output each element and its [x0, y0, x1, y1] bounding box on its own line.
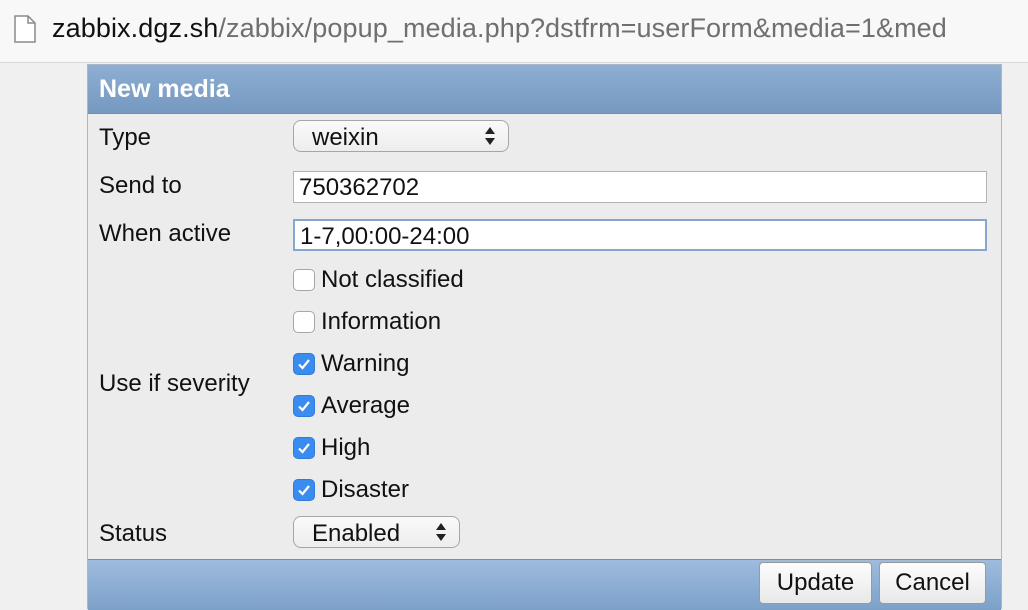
send-to-label: Send to	[99, 172, 182, 199]
severity-average-label: Average	[321, 392, 410, 419]
severity-not-classified-label: Not classified	[321, 266, 464, 293]
type-select-value: weixin	[312, 124, 379, 151]
checkbox-high[interactable]	[293, 437, 315, 459]
checkmark-icon	[298, 359, 310, 370]
status-label: Status	[99, 520, 168, 547]
cancel-button[interactable]: Cancel	[879, 562, 986, 604]
select-arrows-icon	[436, 523, 446, 541]
when-active-input[interactable]: 1-7,00:00-24:00	[293, 219, 987, 251]
dialog-footer: Update Cancel	[88, 559, 1001, 610]
severity-information-label: Information	[321, 308, 442, 335]
type-label: Type	[99, 124, 152, 151]
checkmark-icon	[298, 485, 310, 496]
select-arrows-icon	[485, 127, 495, 145]
url-text[interactable]: zabbix.dgz.sh/zabbix/popup_media.php?dst…	[52, 13, 947, 44]
when-active-label: When active	[99, 220, 232, 247]
severity-disaster-label: Disaster	[321, 476, 410, 503]
severity-high-label: High	[321, 434, 371, 461]
dialog-title: New media	[99, 75, 230, 103]
url-host: zabbix.dgz.sh	[52, 13, 219, 43]
checkmark-icon	[298, 401, 310, 412]
checkmark-icon	[298, 443, 310, 454]
checkbox-disaster[interactable]	[293, 479, 315, 501]
send-to-value: 750362702	[299, 174, 420, 201]
dialog-header: New media	[88, 65, 1001, 114]
when-active-value: 1-7,00:00-24:00	[300, 223, 470, 250]
checkbox-average[interactable]	[293, 395, 315, 417]
update-button[interactable]: Update	[759, 562, 872, 604]
send-to-input[interactable]: 750362702	[293, 171, 987, 203]
url-path: /zabbix/popup_media.php?dstfrm=userForm&…	[218, 13, 947, 43]
severity-label: Use if severity	[99, 370, 250, 397]
media-dialog: New media Type weixin Send to 750362702 …	[87, 64, 1002, 610]
status-select[interactable]: Enabled	[293, 516, 460, 548]
page-icon	[14, 15, 36, 43]
status-select-value: Enabled	[312, 520, 401, 547]
checkbox-not-classified[interactable]	[293, 269, 315, 291]
checkbox-warning[interactable]	[293, 353, 315, 375]
browser-url-bar[interactable]: zabbix.dgz.sh/zabbix/popup_media.php?dst…	[0, 0, 1028, 63]
severity-warning-label: Warning	[321, 350, 410, 377]
checkbox-information[interactable]	[293, 311, 315, 333]
type-select[interactable]: weixin	[293, 120, 509, 152]
